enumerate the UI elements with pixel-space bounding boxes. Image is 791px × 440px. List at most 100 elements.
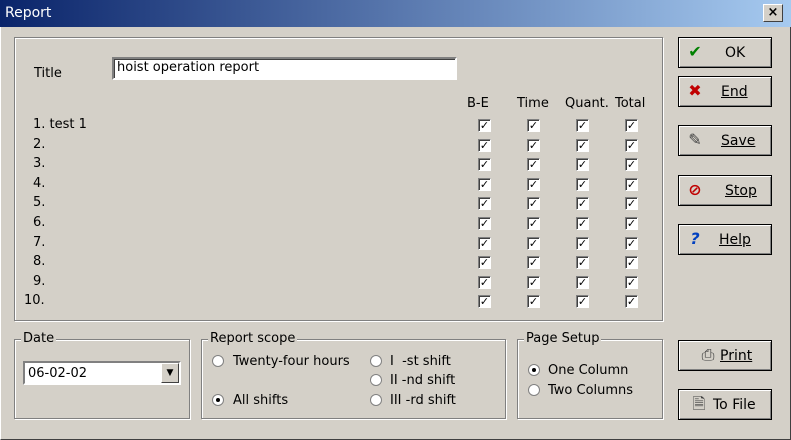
help-label: Help — [719, 232, 751, 248]
to-file-button[interactable]: 🗎 To File — [678, 389, 772, 420]
save-label: Save — [721, 133, 756, 149]
row-checkbox-quant[interactable]: ✓ — [576, 295, 589, 309]
row-checkbox-quant[interactable]: ✓ — [576, 177, 589, 191]
radio-third-shift[interactable] — [370, 394, 382, 406]
to-file-label: To File — [713, 397, 756, 413]
row-checkbox-be[interactable]: ✓ — [478, 177, 491, 191]
row-checkbox-time[interactable]: ✓ — [527, 217, 540, 230]
stop-label: Stop — [725, 183, 757, 199]
window-title: Report — [5, 5, 52, 21]
row-label: 3. — [33, 156, 46, 172]
row-checkbox-be[interactable]: ✓ — [478, 158, 491, 172]
row-checkbox-be[interactable]: ✓ — [478, 119, 491, 132]
col-header-quant: Quant. — [565, 96, 609, 111]
row-checkbox-be[interactable]: ✓ — [478, 138, 491, 152]
row-checkbox-total[interactable]: ✓ — [625, 236, 638, 250]
help-button[interactable]: ? Help — [678, 224, 772, 255]
twenty-four-hours-label: Twenty-four hours — [233, 354, 350, 369]
radio-one-column[interactable] — [528, 364, 540, 376]
ok-button[interactable]: ✔ OK — [678, 37, 772, 68]
radio-twenty-four-hours[interactable] — [212, 355, 224, 367]
row-checkbox-time[interactable]: ✓ — [527, 158, 540, 172]
question-icon: ? — [690, 229, 700, 248]
col-header-total: Total — [615, 96, 646, 111]
col-header-be: B-E — [467, 96, 489, 111]
print-label: Print — [720, 348, 753, 364]
row-checkbox-total[interactable]: ✓ — [625, 197, 638, 211]
second-shift-label: II -nd shift — [390, 373, 456, 388]
end-label: End — [721, 84, 748, 100]
row-checkbox-total[interactable]: ✓ — [625, 119, 638, 132]
close-button[interactable]: × — [763, 4, 783, 22]
row-checkbox-quant[interactable]: ✓ — [576, 158, 589, 172]
printer-icon: ⎙ — [701, 345, 715, 364]
title-input[interactable]: hoist operation report — [112, 57, 457, 80]
third-shift-label: III -rd shift — [390, 393, 456, 408]
row-checkbox-quant[interactable]: ✓ — [576, 256, 589, 270]
first-shift-label: I -st shift — [390, 354, 451, 369]
chevron-down-icon[interactable]: ▼ — [161, 363, 179, 383]
row-checkbox-quant[interactable]: ✓ — [576, 217, 589, 230]
row-checkbox-quant[interactable]: ✓ — [576, 138, 589, 152]
checkmark-icon: ✔ — [688, 42, 702, 61]
row-checkbox-be[interactable]: ✓ — [478, 295, 491, 309]
print-button[interactable]: ⎙ Print — [678, 340, 772, 371]
row-checkbox-time[interactable]: ✓ — [527, 256, 540, 270]
two-columns-label: Two Columns — [548, 383, 634, 398]
row-checkbox-quant[interactable]: ✓ — [576, 275, 589, 289]
stop-button[interactable]: ⊘ Stop — [678, 175, 772, 206]
pencil-icon: ✎ — [688, 130, 702, 149]
radio-first-shift[interactable] — [370, 355, 382, 367]
report-scope-group: Report scope Twenty-four hours All shift… — [201, 331, 506, 419]
row-checkbox-time[interactable]: ✓ — [527, 119, 540, 132]
date-combo[interactable]: 06-02-02 ▼ — [23, 361, 181, 385]
row-checkbox-time[interactable]: ✓ — [527, 295, 540, 309]
date-group: Date 06-02-02 ▼ — [14, 331, 190, 419]
file-icon: 🗎 — [692, 394, 706, 413]
row-checkbox-total[interactable]: ✓ — [625, 275, 638, 289]
radio-two-columns[interactable] — [528, 384, 540, 396]
row-checkbox-total[interactable]: ✓ — [625, 256, 638, 270]
row-checkbox-time[interactable]: ✓ — [527, 197, 540, 211]
report-panel: Title hoist operation report B-E Time Qu… — [14, 37, 663, 321]
row-label: 8. — [33, 254, 46, 270]
row-checkbox-quant[interactable]: ✓ — [576, 236, 589, 250]
row-label: 10. — [24, 293, 45, 309]
save-button[interactable]: ✎ Save — [678, 125, 772, 156]
row-label: 9. — [33, 273, 46, 289]
row-checkbox-total[interactable]: ✓ — [625, 138, 638, 152]
col-header-time: Time — [517, 96, 549, 111]
x-icon: ✖ — [688, 81, 702, 100]
one-column-label: One Column — [548, 363, 629, 378]
row-checkbox-be[interactable]: ✓ — [478, 256, 491, 270]
all-shifts-label: All shifts — [233, 393, 289, 408]
title-label: Title — [34, 66, 62, 81]
row-checkbox-time[interactable]: ✓ — [527, 177, 540, 191]
report-scope-legend: Report scope — [208, 331, 298, 346]
row-checkbox-time[interactable]: ✓ — [527, 236, 540, 250]
date-value: 06-02-02 — [28, 366, 88, 381]
row-checkbox-total[interactable]: ✓ — [625, 217, 638, 230]
ok-label: OK — [725, 45, 746, 61]
row-checkbox-be[interactable]: ✓ — [478, 217, 491, 230]
title-bar: Report × — [0, 0, 791, 27]
row-checkbox-time[interactable]: ✓ — [527, 138, 540, 152]
radio-second-shift[interactable] — [370, 374, 382, 386]
row-checkbox-total[interactable]: ✓ — [625, 295, 638, 309]
row-checkbox-quant[interactable]: ✓ — [576, 197, 589, 211]
row-checkbox-be[interactable]: ✓ — [478, 275, 491, 289]
row-label: 2. — [33, 136, 46, 152]
end-button[interactable]: ✖ End — [678, 76, 772, 107]
row-label: 6. — [33, 215, 46, 230]
row-label: 1. test 1 — [33, 117, 87, 132]
radio-all-shifts[interactable] — [212, 394, 224, 406]
row-checkbox-total[interactable]: ✓ — [625, 158, 638, 172]
row-checkbox-quant[interactable]: ✓ — [576, 119, 589, 132]
row-checkbox-be[interactable]: ✓ — [478, 197, 491, 211]
page-setup-legend: Page Setup — [524, 331, 602, 346]
row-checkbox-total[interactable]: ✓ — [625, 177, 638, 191]
row-checkbox-be[interactable]: ✓ — [478, 236, 491, 250]
row-checkbox-time[interactable]: ✓ — [527, 275, 540, 289]
date-legend: Date — [21, 331, 57, 346]
page-setup-group: Page Setup One Column Two Columns — [517, 331, 663, 419]
